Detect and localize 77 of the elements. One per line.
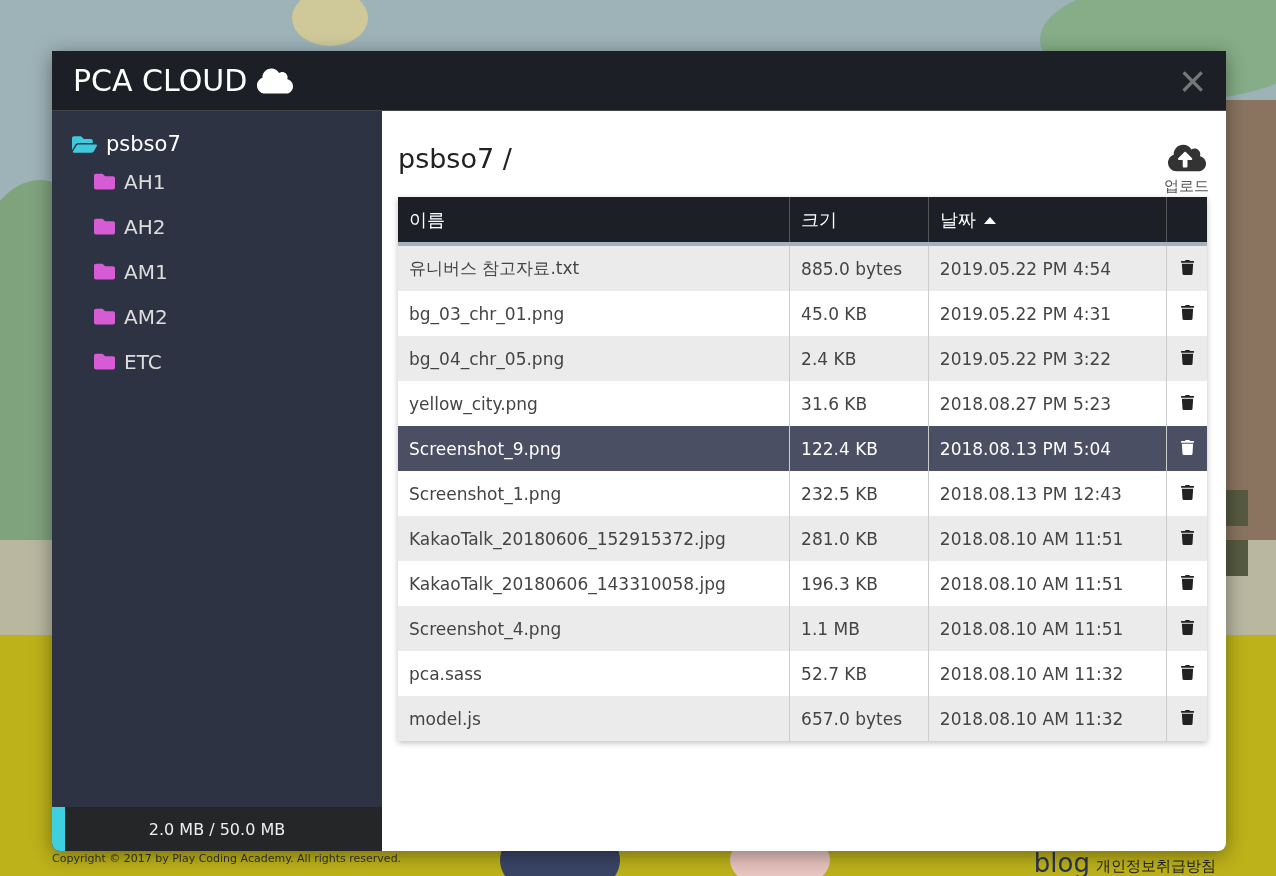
file-date: 2018.08.10 AM 11:32: [928, 651, 1167, 696]
trash-icon[interactable]: [1179, 394, 1195, 410]
trash-icon[interactable]: [1179, 304, 1195, 320]
file-date: 2018.08.10 AM 11:51: [928, 561, 1167, 606]
trash-icon[interactable]: [1179, 619, 1195, 635]
file-size: 1.1 MB: [789, 606, 929, 651]
trash-icon[interactable]: [1179, 574, 1195, 590]
trash-icon[interactable]: [1179, 664, 1195, 680]
file-name: model.js: [398, 696, 790, 741]
tree-item[interactable]: ETC: [72, 339, 382, 384]
file-date: 2019.05.22 PM 4:54: [928, 244, 1167, 291]
file-size: 122.4 KB: [789, 426, 929, 471]
file-row[interactable]: Screenshot_9.png 122.4 KB 2018.08.13 PM 5:04: [398, 426, 1207, 471]
file-name: Screenshot_4.png: [398, 606, 790, 651]
tree-item[interactable]: AM2: [72, 294, 382, 339]
file-size: 45.0 KB: [789, 291, 929, 336]
folder-icon: [94, 306, 115, 327]
column-header[interactable]: 크기: [789, 197, 929, 244]
trash-icon[interactable]: [1179, 349, 1195, 365]
sort-up-icon: [983, 215, 996, 224]
trash-icon[interactable]: [1179, 529, 1195, 545]
storage-reading: 2.0 MB / 50.0 MB: [148, 819, 286, 839]
file-name: yellow_city.png: [398, 381, 790, 426]
file-name: KakaoTalk_20180606_152915372.jpg: [398, 516, 790, 561]
file-row[interactable]: model.js 657.0 bytes 2018.08.10 AM 11:32: [398, 696, 1207, 741]
folder-path: psbso7 /: [398, 143, 512, 174]
tree-item[interactable]: AM1: [72, 249, 382, 294]
file-date: 2018.08.10 AM 11:51: [928, 606, 1167, 651]
file-date: 2019.05.22 PM 3:22: [928, 336, 1167, 381]
column-header[interactable]: 이름: [398, 197, 790, 244]
file-size: 196.3 KB: [789, 561, 929, 606]
file-row[interactable]: KakaoTalk_20180606_152915372.jpg 281.0 KB 2018.08.10 AM 11:51: [398, 516, 1207, 561]
file-name: 유니버스 참고자료.txt: [398, 244, 790, 291]
file-row[interactable]: yellow_city.png 31.6 KB 2018.08.27 PM 5:23: [398, 381, 1207, 426]
file-row[interactable]: KakaoTalk_20180606_143310058.jpg 196.3 KB 2018.08.10 AM 11:51: [398, 561, 1207, 606]
upload-button[interactable]: 업로드: [1164, 139, 1209, 196]
file-date: 2018.08.27 PM 5:23: [928, 381, 1167, 426]
trash-icon[interactable]: [1179, 484, 1195, 500]
file-date: 2018.08.13 PM 5:04: [928, 426, 1167, 471]
file-name: bg_04_chr_05.png: [398, 336, 790, 381]
file-size: 232.5 KB: [789, 471, 929, 516]
file-name: bg_03_chr_01.png: [398, 291, 790, 336]
dialog-title: PCA CLOUD: [73, 63, 248, 98]
trash-icon[interactable]: [1179, 259, 1195, 275]
folder-icon: [94, 216, 115, 237]
file-name: KakaoTalk_20180606_143310058.jpg: [398, 561, 790, 606]
file-size: 657.0 bytes: [789, 696, 929, 741]
file-size: 885.0 bytes: [789, 244, 929, 291]
privacy-link[interactable]: 개인정보취급방침: [1096, 857, 1216, 876]
file-date: 2018.08.10 AM 11:51: [928, 516, 1167, 561]
folder-icon: [94, 171, 115, 192]
tree-item[interactable]: AH1: [72, 159, 382, 204]
folder-icon: [94, 261, 115, 282]
file-row[interactable]: bg_03_chr_01.png 45.0 KB 2019.05.22 PM 4:31: [398, 291, 1207, 336]
file-row[interactable]: pca.sass 52.7 KB 2018.08.10 AM 11:32: [398, 651, 1207, 696]
trash-icon[interactable]: [1179, 439, 1195, 455]
column-header[interactable]: 날짜: [928, 197, 1167, 244]
copyright-text: Copyright © 2017 by Play Coding Academy. All rights reserved.: [52, 852, 402, 865]
trash-icon[interactable]: [1179, 709, 1195, 725]
tree-item[interactable]: psbso7: [72, 129, 382, 159]
file-name: Screenshot_1.png: [398, 471, 790, 516]
file-name: pca.sass: [398, 651, 790, 696]
file-date: 2018.08.10 AM 11:32: [928, 696, 1167, 741]
close-button[interactable]: ×: [1175, 60, 1210, 101]
file-date: 2019.05.22 PM 4:31: [928, 291, 1167, 336]
file-size: 281.0 KB: [789, 516, 929, 561]
file-size: 31.6 KB: [789, 381, 929, 426]
file-date: 2018.08.13 PM 12:43: [928, 471, 1167, 516]
file-row[interactable]: 유니버스 참고자료.txt 885.0 bytes 2019.05.22 PM 4:54: [398, 244, 1207, 291]
file-row[interactable]: Screenshot_1.png 232.5 KB 2018.08.13 PM 12:43: [398, 471, 1207, 516]
file-row[interactable]: bg_04_chr_05.png 2.4 KB 2019.05.22 PM 3:22: [398, 336, 1207, 381]
folder-icon: [94, 351, 115, 372]
file-name: Screenshot_9.png: [398, 426, 790, 471]
file-size: 52.7 KB: [789, 651, 929, 696]
file-row[interactable]: Screenshot_4.png 1.1 MB 2018.08.10 AM 11:51: [398, 606, 1207, 651]
file-size: 2.4 KB: [789, 336, 929, 381]
tree-item[interactable]: AH2: [72, 204, 382, 249]
